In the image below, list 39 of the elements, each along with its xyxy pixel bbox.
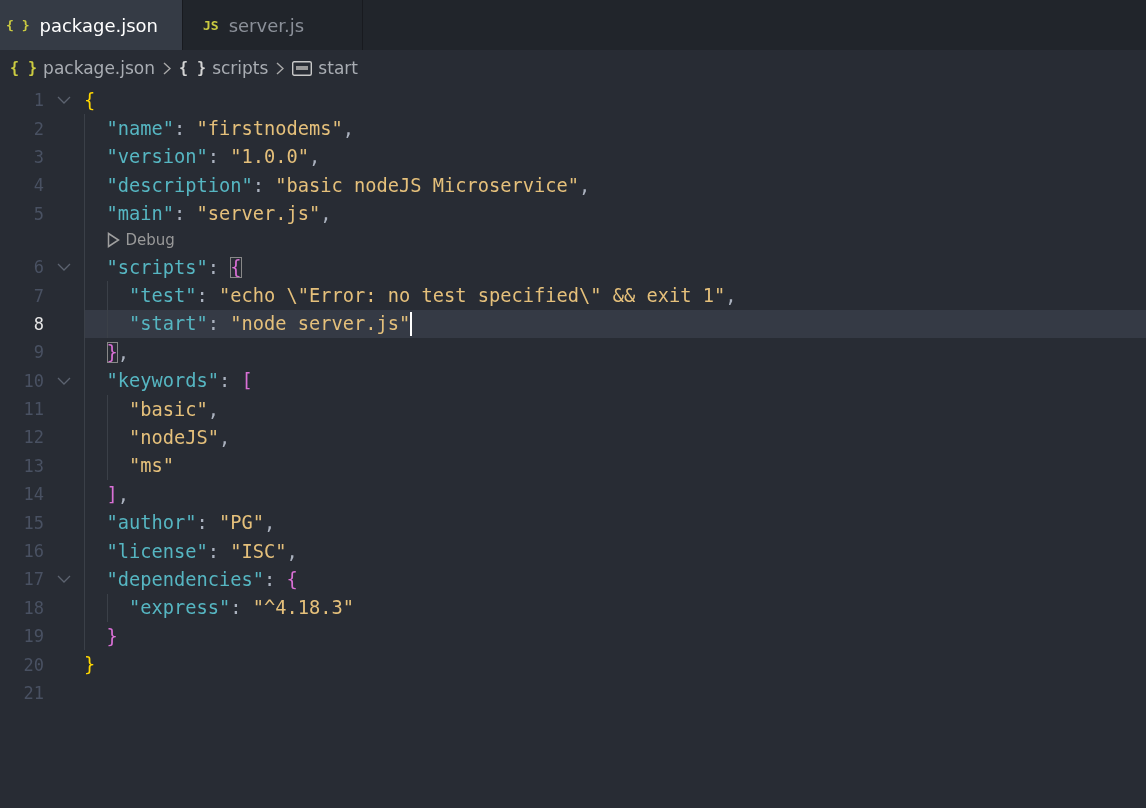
code-line: ], — [106, 483, 130, 505]
text-cursor — [410, 311, 413, 336]
file-type-icon: JS — [203, 17, 219, 33]
chevron-right-icon — [276, 61, 285, 75]
code-line: }, — [106, 341, 130, 363]
chevron-down-icon[interactable] — [57, 96, 71, 105]
code-line: "dependencies": { — [106, 568, 298, 590]
code-line: "express": "^4.18.3" — [129, 597, 355, 619]
code-line: "name": "firstnodems", — [106, 118, 355, 140]
code-line: "nodeJS", — [129, 427, 231, 448]
json-icon: { } — [179, 59, 207, 77]
debug-link[interactable]: Debug — [125, 231, 175, 250]
chevron-down-icon[interactable] — [57, 376, 71, 385]
line-number: 8 — [32, 313, 44, 334]
editor-tab[interactable]: { } package.json — [0, 0, 183, 50]
code-line: "ms" — [129, 455, 175, 477]
code-line: "description": "basic nodeJS Microservice", — [106, 174, 591, 196]
code-line: } — [106, 625, 118, 647]
code-line: } — [84, 654, 96, 676]
chevron-down-icon[interactable] — [57, 263, 71, 272]
code-line: "version": "1.0.0", — [106, 146, 321, 168]
code-line: "keywords": [ — [106, 370, 253, 392]
code-line: "start": "node server.js" — [129, 313, 411, 335]
code-line: "basic", — [129, 398, 220, 420]
code-line: "author": "PG", — [106, 512, 276, 534]
code-line: "license": "ISC", — [106, 540, 298, 562]
file-type-icon: { } — [6, 17, 30, 33]
string-icon — [292, 60, 313, 76]
breadcrumb-item[interactable]: scripts — [212, 58, 269, 78]
code-line: "test": "echo \"Error: no test specified\" && exit 1", — [129, 285, 737, 307]
code-line: "main": "server.js", — [106, 203, 332, 225]
play-icon[interactable] — [106, 232, 120, 249]
code-line: { — [84, 89, 96, 111]
breadcrumb-item[interactable]: start — [318, 58, 358, 78]
code-line: "scripts": { — [106, 256, 242, 278]
json-icon: { } — [10, 59, 38, 77]
chevron-right-icon — [163, 61, 172, 75]
breadcrumb-item[interactable]: package.json — [43, 58, 156, 78]
chevron-down-icon[interactable] — [57, 575, 71, 584]
